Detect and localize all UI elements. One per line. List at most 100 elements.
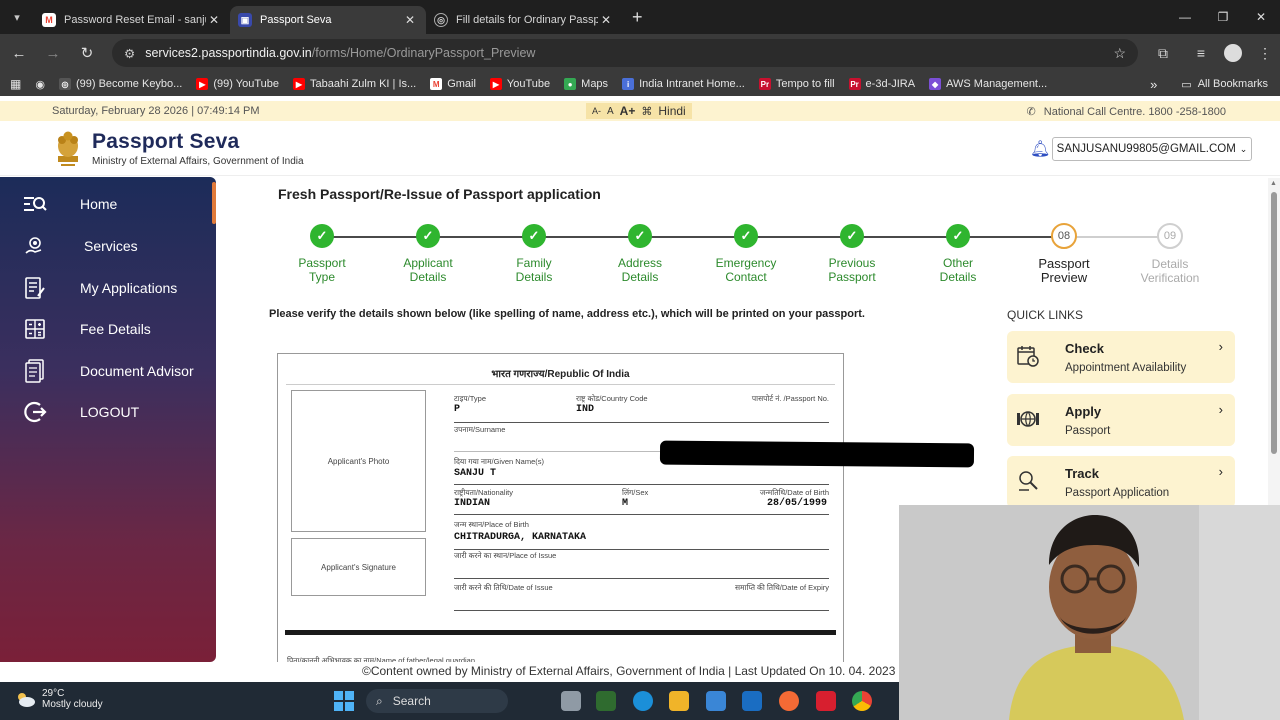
url-host: services2.passportindia.gov.in [145,46,312,60]
windows-start-icon[interactable] [334,691,354,711]
bookmark-item[interactable]: i India Intranet Home... [622,78,745,90]
bookmark-item[interactable]: M Gmail [430,78,476,90]
notification-bell-icon[interactable]: 🔔︎ [1030,139,1050,159]
close-tab-icon[interactable]: ✕ [598,13,614,27]
forward-icon[interactable]: → [38,45,68,62]
file-explorer-icon[interactable] [669,691,689,711]
window-controls: — ❐ ✕ [1166,0,1280,34]
bookmark-item[interactable]: ▶ Tabaahi Zulm KI | Is... [293,78,416,90]
bookmark-item[interactable]: ▶ (99) YouTube [196,78,279,90]
sidebar-item-services[interactable]: Services [0,230,216,262]
close-tab-icon[interactable]: ✕ [206,13,222,27]
bookmark-label: (99) YouTube [213,78,279,90]
tab-search-dropdown-icon[interactable]: ▾ [0,0,34,34]
scrollbar-thumb[interactable] [1271,192,1277,454]
hindi-language-button[interactable]: Hindi [658,104,685,118]
bookmark-item[interactable]: Pr Tempo to fill [758,78,835,90]
quick-link-track-application[interactable]: Track Passport Application › [1007,456,1235,508]
document-pen-icon [22,276,48,300]
step-label: Previous Passport [828,256,876,284]
close-tab-icon[interactable]: ✕ [402,13,418,27]
sidebar-item-fee-details[interactable]: Fee Details [0,313,216,345]
edge-icon[interactable] [633,691,653,711]
bookmark-item[interactable]: ● Maps [564,78,608,90]
sidebar-item-document-advisor[interactable]: Document Advisor [0,355,216,387]
font-increase-button[interactable]: A+ [620,104,636,118]
site-info-icon[interactable]: ⚙ [124,46,135,61]
nvidia-icon[interactable] [596,691,616,711]
step-other-details[interactable]: ✓ Other Details [913,224,1003,284]
chrome-taskbar-icon[interactable] [852,691,872,711]
sidebar-item-logout[interactable]: LOGOUT [0,396,216,428]
profile-avatar-icon[interactable] [1224,44,1242,62]
restore-icon[interactable]: ❐ [1204,0,1242,34]
logout-icon [22,400,48,424]
font-normal-button[interactable]: A [607,106,614,117]
tab-title: Passport Seva [260,14,332,26]
bookmark-item[interactable]: ▶ YouTube [489,78,550,90]
media-controls-icon[interactable]: ≡ [1186,45,1216,61]
back-icon[interactable]: ← [4,45,34,62]
sidebar-item-home[interactable]: Home [0,188,216,220]
reload-icon[interactable]: ↻ [72,44,102,62]
field-underline [454,610,829,611]
close-window-icon[interactable]: ✕ [1242,0,1280,34]
brand-subtitle: Ministry of External Affairs, Government… [92,156,304,167]
chrome-icon[interactable]: ◉ [35,78,45,91]
address-bar[interactable]: ⚙ services2.passportindia.gov.in/forms/H… [112,39,1138,67]
step-address-details[interactable]: ✓ Address Details [595,224,685,284]
brand[interactable]: Passport Seva Ministry of External Affai… [92,130,304,167]
browser-tab-passport-seva[interactable]: ▣ Passport Seva ✕ [230,6,426,34]
new-tab-icon[interactable]: + [632,7,643,28]
verify-instructions: Please verify the details shown below (l… [269,308,865,320]
quick-link-check-appointment[interactable]: Check Appointment Availability › [1007,331,1235,383]
more-bookmarks-icon[interactable]: » [1150,77,1157,92]
place-of-birth-value: CHITRADURGA, KARNATAKA [454,532,587,543]
outlook-icon[interactable] [742,691,762,711]
bookmark-item[interactable]: ◎ (99) Become Keybo... [58,78,182,90]
browser-tab-gmail[interactable]: M Password Reset Email - sanjusa ✕ [34,6,230,34]
step-applicant-details[interactable]: ✓ Applicant Details [383,224,473,284]
national-emblem-icon [58,131,78,166]
weather-widget[interactable]: 29°C Mostly cloudy [14,688,103,710]
sidebar-item-my-applications[interactable]: My Applications [0,272,216,304]
wps-office-icon[interactable] [816,691,836,711]
divider [286,384,835,385]
all-bookmarks-link[interactable]: All Bookmarks [1198,78,1268,90]
given-name-label: दिया गया नाम/Given Name(s) [454,457,545,466]
step-passport-type[interactable]: ✓ Passport Type [277,224,367,284]
current-datetime: Saturday, February 28 2026 | 07:49:14 PM [52,105,260,117]
extensions-icon[interactable]: ⧉ [1148,45,1178,62]
bookmark-item[interactable]: Pr e-3d-JIRA [848,78,915,90]
check-icon: ✓ [416,224,440,248]
place-of-birth-label: जन्म स्थान/Place of Birth [454,520,529,529]
chevron-right-icon: › [1218,339,1223,354]
jira-icon: Pr [848,78,861,90]
youtube-icon: ▶ [293,78,305,90]
quick-link-apply-passport[interactable]: Apply Passport › [1007,394,1235,446]
menu-kebab-icon[interactable]: ⋮ [1250,45,1280,62]
bookmark-star-icon[interactable]: ☆ [1113,45,1126,62]
postman-icon[interactable] [779,691,799,711]
step-passport-preview[interactable]: 08 Passport Preview [1019,223,1109,285]
check-icon: ✓ [310,224,334,248]
task-view-icon[interactable] [561,691,581,711]
font-decrease-button[interactable]: A- [592,106,601,116]
step-previous-passport[interactable]: ✓ Previous Passport [807,224,897,284]
scroll-up-icon[interactable]: ▲ [1270,180,1277,187]
step-family-details[interactable]: ✓ Family Details [489,224,579,284]
minimize-icon[interactable]: — [1166,0,1204,34]
step-emergency-contact[interactable]: ✓ Emergency Contact [701,224,791,284]
sex-value: M [622,498,629,509]
step-label: Passport Type [298,256,346,284]
store-icon[interactable] [706,691,726,711]
bookmarks-bar: ▦ ◉ ◎ (99) Become Keybo... ▶ (99) YouTube … [0,72,1280,96]
bookmark-item[interactable]: ◆ AWS Management... [929,78,1047,90]
bookmark-favicon-icon: ◎ [58,78,71,90]
apps-grid-icon[interactable]: ▦ [10,77,21,91]
user-account-dropdown[interactable]: SANJUSANU99805@GMAIL.COM ⌄ [1052,137,1252,161]
search-icon: ⌕ [376,693,383,708]
taskbar-search[interactable]: ⌕ Search [366,689,508,713]
browser-toolbar: ← → ↻ ⚙ services2.passportindia.gov.in/f… [0,34,1280,72]
browser-tab-fill-details[interactable]: ◎ Fill details for Ordinary Passpor ✕ [426,6,622,34]
